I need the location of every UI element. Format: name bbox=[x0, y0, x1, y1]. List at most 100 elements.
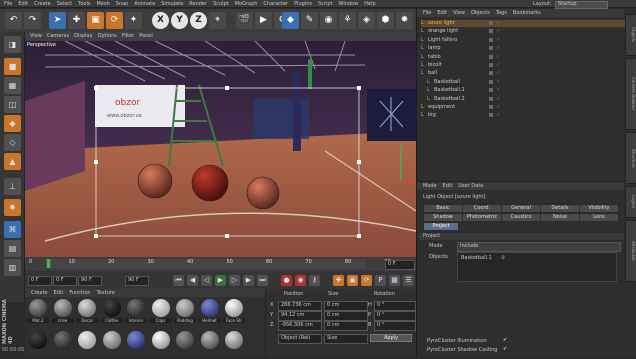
material-item[interactable]: crow bbox=[51, 299, 74, 327]
material-item-row2[interactable] bbox=[199, 331, 221, 359]
viewport-menu-filter[interactable]: Filter bbox=[122, 32, 134, 41]
material-item[interactable]: Clips bbox=[149, 299, 172, 327]
attribute-menu-mode[interactable]: Mode bbox=[423, 182, 437, 190]
model-mode-icon[interactable]: ■ bbox=[4, 58, 21, 75]
visibility-dot[interactable] bbox=[489, 46, 493, 51]
key-rotation-icon[interactable]: ⟳ bbox=[361, 275, 372, 286]
tweak-icon[interactable]: ✹ bbox=[4, 199, 21, 216]
object-row[interactable]: L Basketball.2 ✓ bbox=[421, 96, 628, 103]
visibility-dot[interactable] bbox=[489, 79, 493, 84]
viewport-menu-display[interactable]: Display bbox=[74, 32, 92, 41]
object-menu-tags[interactable]: Tags bbox=[496, 9, 507, 17]
object-name[interactable]: orange light bbox=[428, 28, 458, 35]
object-name[interactable]: big bbox=[428, 112, 436, 119]
object-row[interactable]: Lazure light ✓ bbox=[421, 20, 628, 27]
object-menu-view[interactable]: View bbox=[453, 9, 465, 17]
object-name[interactable]: Basketball.2 bbox=[434, 96, 465, 103]
render-view-icon[interactable]: 🎬 bbox=[236, 12, 253, 29]
side-tab-structure[interactable]: Structure bbox=[625, 132, 636, 184]
object-menu-edit[interactable]: Edit bbox=[437, 9, 447, 17]
size-z-field[interactable]: 0 cm bbox=[324, 321, 368, 331]
object-name[interactable]: Basketball.1 bbox=[434, 87, 465, 94]
start-frame-field[interactable]: 0 F bbox=[28, 276, 52, 286]
end-frame-field[interactable]: 90 F bbox=[78, 276, 102, 286]
object-menu-file[interactable]: File bbox=[423, 9, 431, 17]
points-mode-icon[interactable]: ◆ bbox=[4, 115, 21, 132]
grid-icon[interactable]: ▥ bbox=[4, 259, 21, 276]
enabled-check-icon[interactable]: ✓ bbox=[496, 37, 500, 44]
next-key-icon[interactable]: ▶ bbox=[243, 275, 254, 286]
undo-icon[interactable]: ↶ bbox=[5, 12, 22, 29]
side-tab-layers[interactable]: Layers bbox=[625, 186, 636, 218]
enabled-check-icon[interactable]: ✓ bbox=[496, 28, 500, 35]
coordinate-system-icon[interactable]: ⌖ bbox=[209, 12, 226, 29]
material-item[interactable]: Clothe bbox=[100, 299, 123, 327]
tab-coord[interactable]: Coord. bbox=[462, 204, 502, 213]
pyrocluster-illumination-check[interactable]: ✔ bbox=[503, 337, 507, 343]
autokey-icon[interactable]: ◉ bbox=[295, 275, 306, 286]
cube-icon[interactable]: ◆ bbox=[282, 12, 299, 29]
play-icon[interactable]: ▶ bbox=[215, 275, 226, 286]
menu-script[interactable]: Script bbox=[318, 0, 333, 8]
object-row[interactable]: Llamp ✓ bbox=[421, 45, 628, 52]
visibility-dot[interactable] bbox=[489, 29, 493, 34]
menu-help[interactable]: Help bbox=[364, 0, 375, 8]
key-pla-icon[interactable]: ▦ bbox=[389, 275, 400, 286]
tab-shadow[interactable]: Shadow bbox=[423, 213, 463, 222]
menu-tools[interactable]: Tools bbox=[78, 0, 90, 8]
key-param-icon[interactable]: P bbox=[375, 275, 386, 286]
menu-plugins[interactable]: Plugins bbox=[294, 0, 312, 8]
y-axis-button[interactable]: Y bbox=[171, 12, 188, 29]
tab-caustics[interactable]: Caustics bbox=[501, 213, 541, 222]
object-row[interactable]: Lball ✓ bbox=[421, 70, 628, 77]
enabled-check-icon[interactable]: ✓ bbox=[496, 96, 500, 103]
material-item-row2[interactable] bbox=[125, 331, 147, 359]
polygons-mode-icon[interactable]: ▲ bbox=[4, 153, 21, 170]
tab-visibility[interactable]: Visibility bbox=[579, 204, 619, 213]
viewport-menu-options[interactable]: Options bbox=[98, 32, 117, 41]
material-item-row2[interactable] bbox=[101, 331, 123, 359]
axis-mode-icon[interactable]: ⊥ bbox=[4, 178, 21, 195]
mode-select[interactable]: Include bbox=[457, 242, 621, 252]
go-to-end-icon[interactable]: ⏭ bbox=[257, 275, 268, 286]
current-frame-field[interactable]: 0 F bbox=[53, 276, 77, 286]
workplane-icon[interactable]: ◫ bbox=[4, 96, 21, 113]
menu-render[interactable]: Render bbox=[189, 0, 207, 8]
object-row[interactable]: L Light fallino ✓ bbox=[421, 37, 628, 44]
viewport-menu-cameras[interactable]: Cameras bbox=[47, 32, 69, 41]
key-scale-icon[interactable]: ▣ bbox=[347, 275, 358, 286]
object-name[interactable]: ball bbox=[428, 70, 437, 77]
menu-animate[interactable]: Animate bbox=[134, 0, 155, 8]
timeline-end-field[interactable]: 0 F bbox=[385, 260, 415, 270]
step-back-icon[interactable]: ◁ bbox=[201, 275, 212, 286]
enabled-check-icon[interactable]: ✓ bbox=[496, 45, 500, 52]
preview-end-field[interactable]: 90 F bbox=[125, 276, 149, 286]
visibility-dot[interactable] bbox=[489, 113, 493, 118]
menu-sculpt[interactable]: Sculpt bbox=[213, 0, 229, 8]
side-tab-content-browser[interactable]: Content Browser bbox=[625, 58, 636, 130]
visibility-dot[interactable] bbox=[489, 105, 493, 109]
menu-select[interactable]: Select bbox=[57, 0, 72, 8]
attribute-menu-edit[interactable]: Edit bbox=[443, 182, 453, 190]
visibility-dot[interactable] bbox=[489, 54, 493, 59]
tab-project[interactable]: Project bbox=[423, 222, 459, 231]
nurbs-icon[interactable]: ◉ bbox=[320, 12, 337, 29]
material-item-row2[interactable] bbox=[150, 331, 172, 359]
object-name[interactable]: lamp bbox=[428, 45, 441, 52]
menu-file[interactable]: File bbox=[4, 0, 12, 8]
enabled-check-icon[interactable]: ✓ bbox=[496, 62, 500, 69]
edges-mode-icon[interactable]: ◇ bbox=[4, 134, 21, 151]
material-item-row2[interactable] bbox=[223, 331, 245, 359]
material-item[interactable]: Interior bbox=[125, 299, 147, 327]
timeline[interactable]: 0102030405060708090 0 F bbox=[25, 257, 416, 271]
snap-icon[interactable]: ⌘ bbox=[4, 221, 21, 238]
material-item[interactable]: Padding bbox=[174, 299, 196, 327]
recent-tool-icon[interactable]: ✦ bbox=[125, 12, 142, 29]
visibility-dot[interactable] bbox=[489, 63, 493, 67]
enabled-check-icon[interactable]: ✓ bbox=[496, 112, 500, 119]
viewport-menu-panel[interactable]: Panel bbox=[139, 32, 153, 41]
object-row[interactable]: L Basketball.1 ✓ bbox=[421, 87, 628, 94]
record-icon[interactable]: ● bbox=[281, 275, 292, 286]
side-tab-objects[interactable]: Objects bbox=[625, 14, 636, 56]
object-menu-objects[interactable]: Objects bbox=[471, 9, 490, 17]
